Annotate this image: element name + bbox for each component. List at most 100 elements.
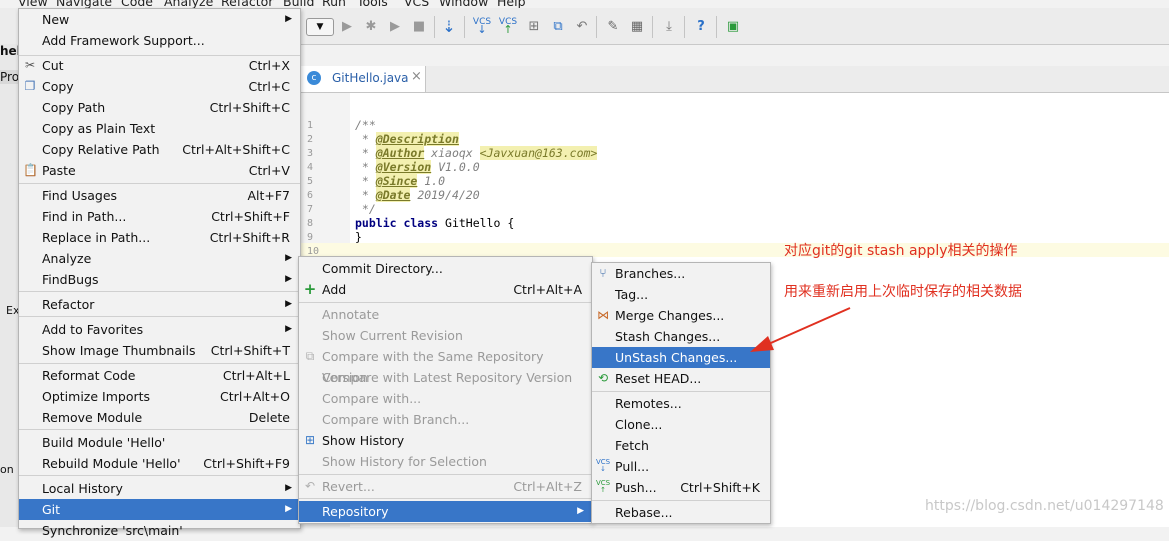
line-number: 4 [307, 162, 314, 173]
project-structure-icon[interactable]: ▦ [628, 17, 646, 35]
menu-item-push[interactable]: VCS ↑ Push... Ctrl+Shift+K [592, 477, 770, 498]
menu-item-remotes[interactable]: Remotes... [592, 393, 770, 414]
branch-icon: ⑂ [599, 266, 607, 280]
help-icon[interactable]: ? [692, 17, 710, 35]
vcs-commit-icon[interactable]: VCS ↑ [499, 17, 517, 36]
menu-item-remove-module[interactable]: Remove Module Delete [19, 407, 300, 428]
annotation-text-1: 对应git的git stash apply相关的操作 [784, 243, 1018, 259]
menu-navigate[interactable]: Navigate [56, 0, 112, 8]
menu-item-refactor[interactable]: Refactor ▶ [19, 294, 300, 315]
menu-vcs[interactable]: VCS [404, 0, 429, 8]
menu-item-reset-head[interactable]: ⟲ Reset HEAD... [592, 368, 770, 389]
menu-item-clone[interactable]: Clone... [592, 414, 770, 435]
menu-separator [19, 316, 300, 317]
menu-refactor[interactable]: Refactor [221, 0, 273, 8]
menu-item-compare-latest[interactable]: Compare with Latest Repository Version [299, 367, 592, 388]
menu-item-fetch[interactable]: Fetch [592, 435, 770, 456]
menu-item-optimize-imports[interactable]: Optimize Imports Ctrl+Alt+O [19, 386, 300, 407]
menu-view[interactable]: View [18, 0, 48, 8]
project-tab-fragment[interactable]: Proj [0, 70, 22, 84]
vcs-update-icon[interactable]: VCS ↓ [473, 17, 491, 36]
menu-item-branches[interactable]: ⑂ Branches... [592, 263, 770, 284]
menu-item-add-to-favorites[interactable]: Add to Favorites ▶ [19, 319, 300, 340]
menu-item-paste[interactable]: 📋 Paste Ctrl+V [19, 160, 300, 181]
menu-item-cut[interactable]: ✂ Cut Ctrl+X [19, 55, 300, 76]
toolbar-separator [716, 16, 717, 38]
menu-item-add[interactable]: + Add Ctrl+Alt+A [299, 279, 592, 300]
menu-separator [19, 429, 300, 430]
menu-item-show-current-revision[interactable]: Show Current Revision [299, 325, 592, 346]
plugin-icon[interactable]: ▣ [724, 17, 742, 35]
menu-separator [19, 183, 300, 184]
menu-item-compare-with[interactable]: Compare with... [299, 388, 592, 409]
menu-item-findbugs[interactable]: FindBugs ▶ [19, 269, 300, 290]
menu-item-annotate[interactable]: Annotate [299, 304, 592, 325]
menu-tools[interactable]: Tools [357, 0, 388, 8]
menu-item-new[interactable]: New ▶ [19, 9, 300, 30]
menu-item-show-history[interactable]: ⊞ Show History [299, 430, 592, 451]
annotation-text-2: 用来重新启用上次临时保存的相关数据 [784, 284, 1022, 300]
menu-build[interactable]: Build [283, 0, 314, 8]
history-icon: ⊞ [304, 433, 316, 447]
submenu-arrow-icon: ▶ [285, 504, 292, 514]
sdk-download-icon[interactable]: ⤓ [660, 17, 678, 35]
menu-item-find-in-path[interactable]: Find in Path... Ctrl+Shift+F [19, 206, 300, 227]
menu-item-analyze[interactable]: Analyze ▶ [19, 248, 300, 269]
history-icon[interactable]: ⊞ [525, 17, 543, 35]
menu-item-compare-same-repo[interactable]: ⧉ Compare with the Same Repository Versio… [299, 346, 592, 385]
toolbar-separator [434, 16, 435, 38]
menu-item-git[interactable]: Git ▶ [19, 499, 300, 520]
menu-item-build-module[interactable]: Build Module 'Hello' [19, 432, 300, 453]
tab-close-icon[interactable]: × [411, 69, 422, 84]
settings-icon[interactable]: ✎ [604, 17, 622, 35]
submenu-arrow-icon: ▶ [285, 299, 292, 309]
build-icon[interactable]: ⇣ [440, 17, 458, 36]
menu-window[interactable]: Window [439, 0, 488, 8]
tab-githello[interactable]: c GitHello.java × [300, 66, 426, 92]
menu-item-local-history[interactable]: Local History ▶ [19, 478, 300, 499]
menu-item-synchronize[interactable]: Synchronize 'src\main' [19, 520, 300, 541]
menu-item-copy-plain-text[interactable]: Copy as Plain Text [19, 118, 300, 139]
coverage-icon[interactable]: ▶ [386, 17, 404, 35]
revert-icon[interactable]: ↶ [573, 17, 591, 35]
menu-run[interactable]: Run [322, 0, 346, 8]
editor-tab-bar [300, 66, 1169, 93]
menu-item-compare-branch[interactable]: Compare with Branch... [299, 409, 592, 430]
tab-label: GitHello.java [332, 71, 409, 85]
menu-item-copy[interactable]: ❐ Copy Ctrl+C [19, 76, 300, 97]
menu-item-show-image-thumbnails[interactable]: Show Image Thumbnails Ctrl+Shift+T [19, 340, 300, 361]
submenu-arrow-icon: ▶ [285, 14, 292, 24]
menu-item-find-usages[interactable]: Find Usages Alt+F7 [19, 185, 300, 206]
menu-item-revert[interactable]: ↶ Revert... Ctrl+Alt+Z [299, 476, 592, 497]
run-icon[interactable]: ▶ [338, 17, 356, 35]
code-line: * @Description [355, 132, 459, 146]
menu-item-copy-relative-path[interactable]: Copy Relative Path Ctrl+Alt+Shift+C [19, 139, 300, 160]
menu-separator [299, 302, 592, 303]
menu-item-pull[interactable]: VCS ↓ Pull... [592, 456, 770, 477]
menu-help[interactable]: Help [497, 0, 526, 8]
menu-separator [592, 500, 770, 501]
context-menu: New ▶ Add Framework Support... ✂ Cut Ctrl+X… [18, 8, 301, 538]
menu-separator [299, 474, 592, 475]
scissors-icon: ✂ [24, 58, 36, 72]
compare-icon[interactable]: ⧉ [549, 17, 567, 35]
menu-item-replace-in-path[interactable]: Replace in Path... Ctrl+Shift+R [19, 227, 300, 248]
menu-item-reformat-code[interactable]: Reformat Code Ctrl+Alt+L [19, 365, 300, 386]
code-line: */ [355, 202, 376, 216]
line-number: 6 [307, 190, 314, 201]
menu-item-show-history-selection[interactable]: Show History for Selection [299, 451, 592, 472]
line-number: 3 [307, 148, 314, 159]
menu-analyze[interactable]: Analyze [164, 0, 213, 8]
menu-item-rebuild-module[interactable]: Rebuild Module 'Hello' Ctrl+Shift+F9 [19, 453, 300, 474]
menu-item-repository[interactable]: Repository ▶ [299, 501, 592, 522]
debug-icon[interactable]: ✱ [362, 17, 380, 35]
menu-item-commit-directory[interactable]: Commit Directory... [299, 258, 592, 279]
menu-code[interactable]: Code [121, 0, 153, 8]
stop-icon[interactable]: ■ [410, 17, 428, 35]
merge-icon: ⋈ [597, 308, 609, 322]
menu-item-rebase[interactable]: Rebase... [592, 502, 770, 523]
menu-item-add-framework[interactable]: Add Framework Support... [19, 30, 300, 51]
run-config-dropdown[interactable]: ▼ [306, 18, 334, 36]
menu-item-copy-path[interactable]: Copy Path Ctrl+Shift+C [19, 97, 300, 118]
line-number: 1 [307, 120, 314, 131]
